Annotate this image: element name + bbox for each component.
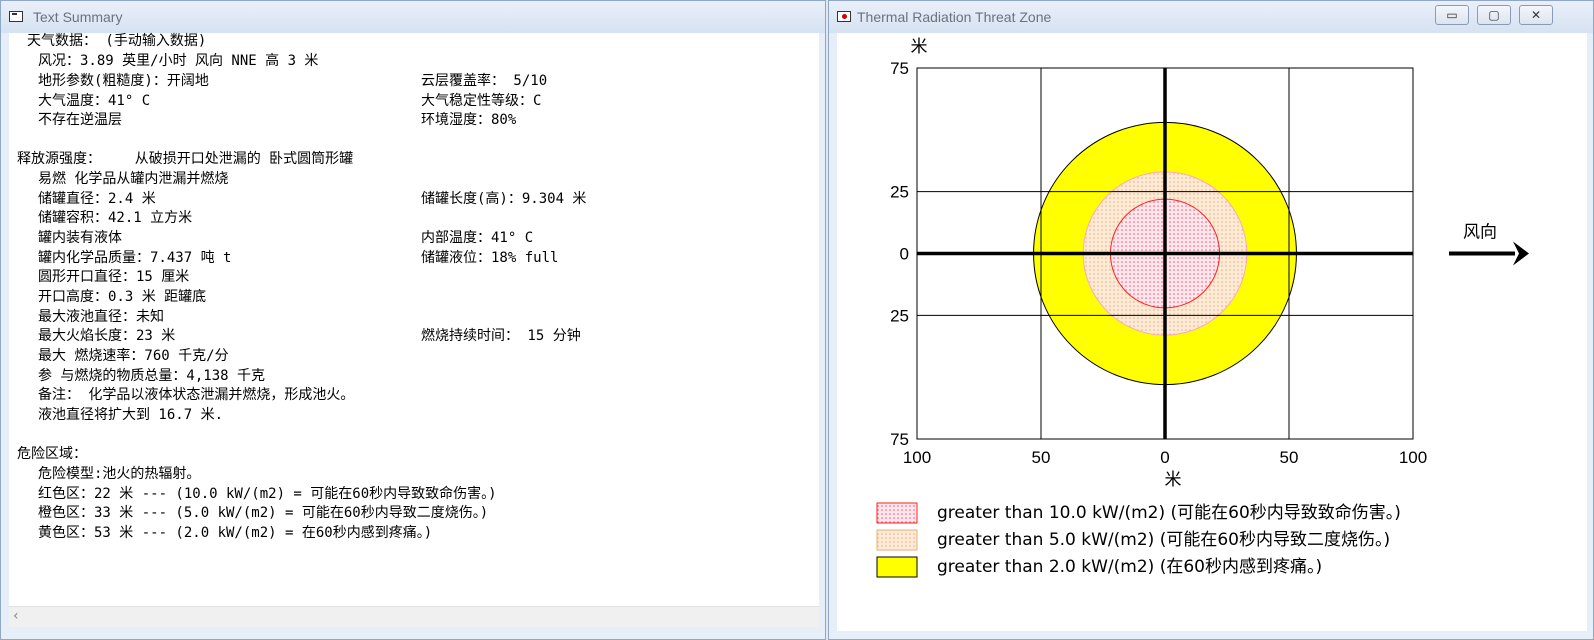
wind-direction-label: 风向 — [1463, 223, 1497, 243]
summary-line: 储罐液位：18% full — [421, 250, 559, 266]
y-tick-label: 0 — [900, 245, 909, 264]
source-header: 释放源强度： 从破损开口处泄漏的 卧式圆筒形罐 — [17, 151, 354, 167]
summary-line: 云层覆盖率： 5/10 — [421, 73, 548, 89]
minimize-icon: ▭ — [1446, 8, 1458, 22]
threat-zone-titlebar[interactable]: Thermal Radiation Threat Zone ▭ ▢ ✕ — [829, 1, 1593, 33]
y-tick-label: 75 — [890, 430, 909, 449]
orange-zone-line: 橙色区：33 米 --- (5.0 kW/(m2) = 可能在60秒内导致二度烧… — [38, 505, 489, 521]
close-icon: ✕ — [1530, 8, 1542, 22]
minimize-button[interactable]: ▭ — [1435, 5, 1469, 25]
summary-text-area: 天气数据： (手动输入数据) 风况：3.89 英里/小时 风向 NNE 高 3 … — [9, 33, 819, 606]
summary-line: 内部温度：41° C — [421, 230, 534, 246]
wind-arrow-icon — [1513, 241, 1529, 266]
summary-line: 参 与燃烧的物质总量：4,138 千克 — [38, 368, 266, 384]
summary-line: 最大火焰长度：23 米 — [38, 328, 176, 344]
summary-line: 备注： 化学品以液体状态泄漏并燃烧，形成池火。 — [38, 387, 355, 403]
red-zone-line: 红色区：22 米 --- (10.0 kW/(m2) = 可能在60秒内导致致命… — [38, 486, 497, 502]
summary-line: 最大 燃烧速率：760 千克/分 — [38, 348, 229, 364]
legend-swatch — [876, 556, 918, 578]
x-tick-label: 0 — [1160, 448, 1169, 467]
summary-line: 储罐直径：2.4 米 — [38, 191, 156, 207]
threat-zone-chart: 752502575100 50 0 50 100米米风向greater than 10.… — [876, 37, 1529, 578]
summary-line: 液池直径将扩大到 16.7 米. — [38, 407, 224, 423]
summary-line: 开口高度：0.3 米 距罐底 — [38, 289, 207, 305]
x-axis-unit: 米 — [1165, 470, 1182, 490]
threat-zone-window: Thermal Radiation Threat Zone ▭ ▢ ✕ 75 25… — [828, 0, 1594, 640]
summary-line: 储罐长度(高)：9.304 米 — [421, 191, 587, 207]
maximize-button[interactable]: ▢ — [1477, 5, 1511, 25]
yellow-zone-line: 黄色区：53 米 --- (2.0 kW/(m2) = 在60秒内感到疼痛。) — [38, 525, 433, 541]
summary-line: 罐内化学品质量：7.437 吨 t — [38, 250, 232, 266]
summary-line: 燃烧持续时间： 15 分钟 — [421, 328, 581, 344]
summary-line: 大气温度：41° C — [38, 93, 151, 109]
threat-zone-header: 危险区域： — [17, 446, 87, 462]
x-tick-label: 50 — [1032, 448, 1051, 467]
summary-line: 圆形开口直径：15 厘米 — [38, 269, 190, 285]
legend-label: greater than 10.0 kW/(m2) (可能在60秒内导致致命伤害… — [937, 503, 1401, 523]
scroll-left-icon[interactable]: ‹ — [13, 608, 19, 624]
document-icon — [9, 11, 23, 22]
summary-line: 罐内装有液体 — [38, 230, 122, 246]
weather-header: 天气数据： (手动输入数据) — [27, 33, 207, 49]
text-summary-titlebar[interactable]: Text Summary — [1, 1, 825, 33]
summary-line: 危险模型:池火的热辐射。 — [38, 466, 201, 482]
summary-line: 风况：3.89 英里/小时 风向 NNE 高 3 米 — [38, 53, 319, 69]
summary-line: 储罐容积：42.1 立方米 — [38, 210, 193, 226]
chart-window-icon — [837, 11, 851, 22]
text-summary-window: Text Summary 天气数据： (手动输入数据) 风况：3.89 英里/小… — [0, 0, 826, 640]
legend-label: greater than 2.0 kW/(m2) (在60秒内感到疼痛。) — [937, 557, 1322, 577]
summary-line: 易燃 化学品从罐内泄漏并燃烧 — [38, 171, 229, 187]
legend-swatch — [876, 529, 918, 551]
summary-line: 最大液池直径：未知 — [38, 309, 164, 325]
window-title: Text Summary — [33, 9, 123, 25]
close-button[interactable]: ✕ — [1519, 5, 1553, 25]
legend-label: greater than 5.0 kW/(m2) (可能在60秒内导致二度烧伤。… — [937, 530, 1390, 550]
threat-zone-plot-area: 75 25 0 25 75 100 50 0 50 100 米米风向 greater than 10.… — [837, 33, 1587, 631]
summary-line: 地形参数(粗糙度)：开阔地 — [38, 73, 209, 89]
window-title: Thermal Radiation Threat Zone — [857, 9, 1052, 25]
horizontal-scrollbar[interactable]: ‹ — [9, 606, 819, 627]
summary-line: 环境湿度：80% — [421, 112, 517, 128]
y-tick-label: 25 — [890, 306, 909, 325]
x-tick-label: 100 — [903, 448, 931, 467]
summary-line: 不存在逆温层 — [38, 112, 122, 128]
y-tick-label: 25 — [890, 183, 909, 202]
y-tick-label: 75 — [890, 59, 909, 78]
legend-swatch — [876, 502, 918, 524]
y-axis-unit: 米 — [911, 37, 928, 57]
x-tick-label: 50 — [1280, 448, 1299, 467]
maximize-icon: ▢ — [1488, 8, 1500, 22]
summary-line: 大气稳定性等级：C — [421, 93, 542, 109]
x-tick-label: 100 — [1399, 448, 1427, 467]
